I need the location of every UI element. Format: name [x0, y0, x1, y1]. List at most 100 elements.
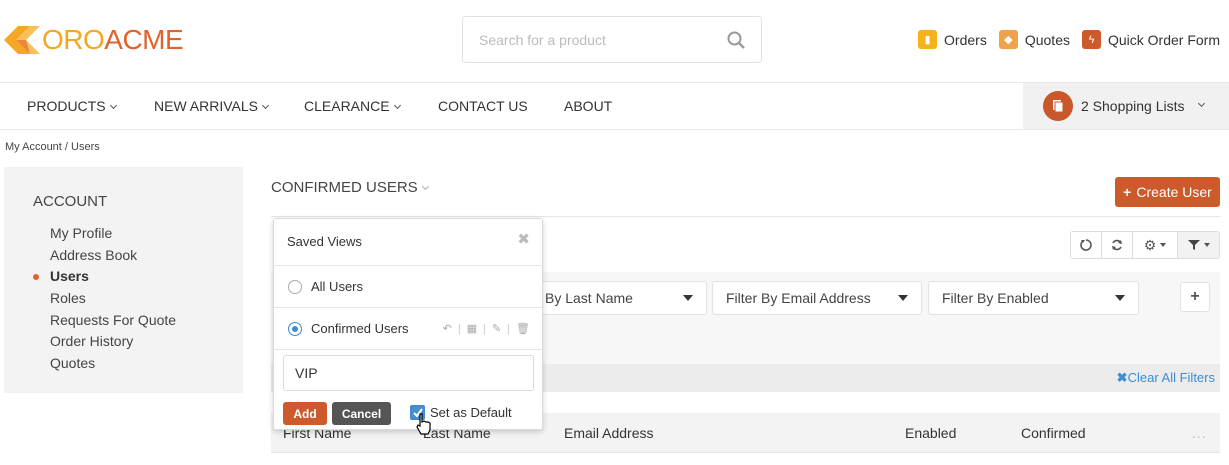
- nav-clearance-label: CLEARANCE: [304, 98, 390, 114]
- plus-icon: +: [1123, 184, 1132, 200]
- grid-settings-button[interactable]: ⚙: [1133, 232, 1178, 258]
- nav-products[interactable]: PRODUCTS: [27, 98, 117, 114]
- saved-views-title: Saved Views: [287, 234, 362, 249]
- chevron-down-icon: [421, 182, 429, 191]
- quick-order-link[interactable]: ϟ Quick Order Form: [1081, 30, 1220, 49]
- nav-products-label: PRODUCTS: [27, 98, 106, 114]
- quick-order-label: Quick Order Form: [1107, 31, 1220, 48]
- radio-all-users[interactable]: [288, 279, 302, 294]
- caret-down-icon: [683, 295, 693, 301]
- clear-all-filters-label: Clear All Filters: [1127, 370, 1215, 385]
- caret-down-icon: [898, 295, 908, 301]
- sidebar-item-order-history[interactable]: Order History: [33, 331, 243, 353]
- sidebar-item-roles[interactable]: Roles: [33, 288, 243, 310]
- column-enabled[interactable]: Enabled: [905, 425, 956, 441]
- saved-views-popup: Saved Views ✖ All Users Confirmed Users …: [273, 218, 543, 430]
- logo-mark-icon: [4, 26, 40, 54]
- nav-about[interactable]: ABOUT: [564, 98, 612, 114]
- logo[interactable]: OROACME: [4, 22, 184, 58]
- nav-contact-us[interactable]: CONTACT US: [438, 98, 528, 114]
- chevron-down-icon: [393, 101, 401, 110]
- view-item-all-users[interactable]: All Users: [274, 266, 542, 308]
- gear-icon: ⚙: [1143, 236, 1157, 253]
- nav-clearance[interactable]: CLEARANCE: [304, 98, 401, 114]
- caret-down-icon: [1115, 295, 1125, 301]
- refresh-button[interactable]: [1102, 232, 1133, 258]
- divider: [271, 216, 1220, 217]
- search-icon[interactable]: [727, 31, 745, 49]
- plus-icon: +: [1190, 288, 1200, 305]
- sidebar-item-quotes[interactable]: Quotes: [33, 353, 243, 375]
- close-icon[interactable]: ✖: [517, 230, 530, 248]
- shopping-lists-button[interactable]: 2 Shopping Lists: [1023, 83, 1229, 129]
- new-view-name-input[interactable]: [283, 355, 534, 391]
- column-confirmed[interactable]: Confirmed: [1021, 425, 1086, 441]
- top-links: ▮ Orders ◆ Quotes ϟ Quick Order Form: [918, 30, 1220, 49]
- filter-enabled-label: Filter By Enabled: [942, 290, 1049, 306]
- create-user-button[interactable]: + Create User: [1115, 177, 1220, 207]
- filter-icon: [1187, 240, 1200, 250]
- saved-views-header: Saved Views ✖: [274, 219, 542, 266]
- orders-link[interactable]: ▮ Orders: [918, 30, 987, 49]
- column-email-address[interactable]: Email Address: [564, 425, 653, 441]
- reset-icon: [1080, 239, 1092, 251]
- orders-label: Orders: [944, 31, 987, 48]
- logo-text-oro: ORO: [42, 24, 105, 55]
- view-actions: ↶ | ▦ | ✎ | 🗑: [442, 322, 530, 336]
- view-item-confirmed-users-label: Confirmed Users: [311, 321, 409, 336]
- caret-down-icon: [1160, 243, 1167, 247]
- column-actions-more[interactable]: ...: [1192, 425, 1207, 441]
- sidebar-item-requests-for-quote[interactable]: Requests For Quote: [33, 310, 243, 332]
- logo-text: OROACME: [42, 24, 184, 56]
- trash-icon[interactable]: 🗑: [516, 322, 530, 335]
- view-item-all-users-label: All Users: [311, 279, 364, 294]
- breadcrumb: My Account / Users: [5, 141, 100, 153]
- filter-last-name[interactable]: By Last Name: [531, 281, 707, 315]
- grid-icon[interactable]: ▦: [467, 322, 477, 335]
- orders-icon: ▮: [918, 30, 938, 49]
- account-sidebar: ACCOUNT My Profile Address Book Users Ro…: [4, 167, 243, 393]
- search-box: [462, 16, 762, 63]
- nav-new-arrivals[interactable]: NEW ARRIVALS: [154, 98, 270, 114]
- reset-button[interactable]: [1071, 232, 1102, 258]
- shopping-list-icon: [1043, 91, 1073, 121]
- create-user-label: Create User: [1136, 184, 1212, 200]
- quick-order-icon: ϟ: [1081, 30, 1101, 49]
- search-input[interactable]: [479, 31, 727, 48]
- refresh-icon: [1112, 239, 1122, 251]
- filter-email-label: Filter By Email Address: [726, 290, 871, 306]
- main-nav: PRODUCTS NEW ARRIVALS CLEARANCE CONTACT …: [0, 82, 1229, 130]
- filter-toggle-button[interactable]: [1178, 232, 1219, 258]
- page-title[interactable]: CONFIRMED USERS: [271, 179, 429, 196]
- quotes-icon: ◆: [998, 30, 1018, 49]
- chevron-down-icon: [1197, 99, 1205, 107]
- site-header: OROACME ▮ Orders ◆ Quotes ϟ Quick Order …: [0, 0, 1229, 82]
- share-icon[interactable]: ↶: [443, 322, 452, 335]
- view-item-confirmed-users[interactable]: Confirmed Users ↶ | ▦ | ✎ | 🗑: [274, 308, 542, 350]
- sidebar-item-address-book[interactable]: Address Book: [33, 245, 243, 267]
- shopping-lists-label: 2 Shopping Lists: [1081, 98, 1185, 114]
- logo-text-acme: ACME: [104, 24, 184, 55]
- add-view-button[interactable]: Add: [283, 402, 327, 425]
- sidebar-item-my-profile[interactable]: My Profile: [33, 223, 243, 245]
- radio-confirmed-users[interactable]: [288, 321, 302, 336]
- quotes-link[interactable]: ◆ Quotes: [998, 30, 1070, 49]
- filter-enabled[interactable]: Filter By Enabled: [928, 281, 1139, 315]
- caret-down-icon: [1203, 243, 1210, 247]
- add-filter-button[interactable]: +: [1180, 282, 1210, 312]
- edit-icon[interactable]: ✎: [492, 322, 501, 335]
- chevron-down-icon: [261, 101, 270, 110]
- filter-last-name-label: By Last Name: [545, 290, 633, 306]
- sidebar-title: ACCOUNT: [33, 193, 108, 210]
- sidebar-item-users[interactable]: Users: [33, 266, 243, 288]
- clear-all-filters-link[interactable]: ✖Clear All Filters: [1117, 370, 1215, 386]
- nav-new-arrivals-label: NEW ARRIVALS: [154, 98, 258, 114]
- nav-about-label: ABOUT: [564, 98, 613, 114]
- chevron-down-icon: [109, 101, 117, 110]
- grid-toolbar: ⚙: [1070, 231, 1220, 259]
- page-title-label: CONFIRMED USERS: [271, 179, 418, 196]
- filter-email-address[interactable]: Filter By Email Address: [712, 281, 922, 315]
- quotes-label: Quotes: [1024, 31, 1070, 48]
- cancel-view-button[interactable]: Cancel: [332, 402, 391, 425]
- hand-pointer-cursor-icon: [416, 413, 431, 435]
